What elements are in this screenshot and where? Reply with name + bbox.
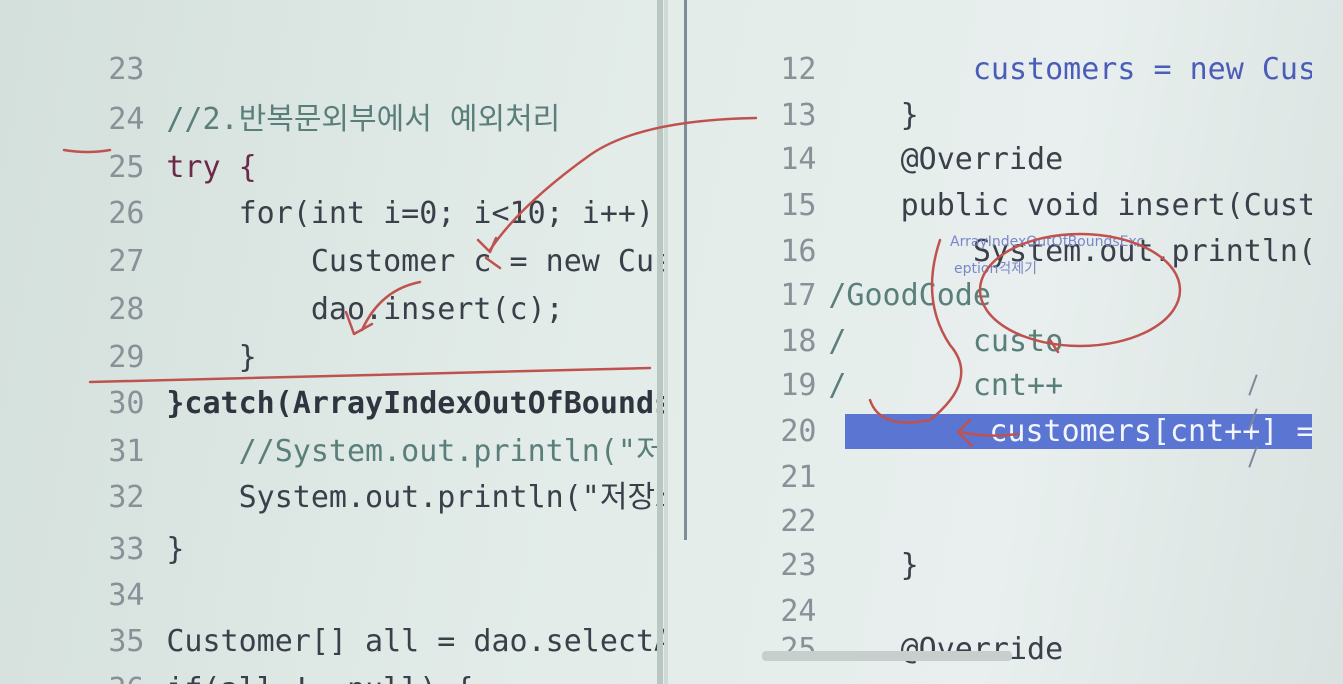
code-line-29[interactable]: 29 } bbox=[0, 292, 256, 375]
code-line-17[interactable]: 17/GoodCode bbox=[672, 230, 991, 313]
projected-screen: 23 24//2.반복문외부에서 예외처리 25 try { 26 for(int… bbox=[0, 0, 1343, 684]
code-line-18[interactable]: 18/ custo bbox=[672, 276, 1063, 359]
code-line-33[interactable]: 33} bbox=[0, 484, 184, 567]
code-text: } bbox=[828, 548, 919, 583]
pane-scrollbar[interactable] bbox=[657, 0, 663, 684]
code-line-32[interactable]: 32 System.out.println("저장소가 bbox=[0, 432, 665, 515]
code-line-25[interactable]: 25 try { bbox=[0, 102, 256, 185]
code-line-26[interactable]: 26 for(int i=0; i<10; i++) { bbox=[0, 148, 665, 231]
code-text: if(all != null) { bbox=[166, 672, 473, 684]
pane-divider[interactable] bbox=[664, 0, 668, 684]
code-line-36[interactable]: 36 if(all != null) { bbox=[0, 624, 473, 684]
selected-code[interactable]: customers[cnt++] = c; bbox=[828, 414, 1312, 449]
code-text: } bbox=[166, 532, 185, 567]
code-line-12[interactable]: 12 customers = new Custome bbox=[672, 4, 1312, 87]
code-line-20[interactable]: 20 customers[cnt++] = c; bbox=[672, 366, 1312, 449]
code-line-30[interactable]: 30}catch(ArrayIndexOutOfBoundsE: bbox=[0, 338, 665, 421]
code-line-27[interactable]: 27 Customer c = new Cust bbox=[0, 196, 665, 279]
code-line-34[interactable]: 34 bbox=[0, 530, 152, 613]
code-line-21[interactable]: 21 bbox=[672, 412, 828, 495]
code-line-31[interactable]: 31 //System.out.println("저장 bbox=[0, 386, 665, 469]
code-line-14[interactable]: 14 @Override bbox=[672, 94, 1063, 177]
left-editor-pane[interactable]: 23 24//2.반복문외부에서 예외처리 25 try { 26 for(int… bbox=[0, 0, 665, 684]
annotation-label-2: eption걱제기 bbox=[954, 261, 1037, 277]
code-line-35[interactable]: 35 Customer[] all = dao.selectAl: bbox=[0, 576, 665, 659]
code-line-15[interactable]: 15 public void insert(Customer bbox=[672, 140, 1312, 223]
code-line-28[interactable]: 28 dao.insert(c); bbox=[0, 244, 563, 327]
right-editor-pane[interactable]: 12 customers = new Custome 13 } 14 @Over… bbox=[672, 0, 1312, 684]
annotation-label: ArrayIndexOutOfBoundsExc bbox=[950, 234, 1145, 250]
code-line-22[interactable]: 22 bbox=[672, 456, 828, 539]
line-number: 36 bbox=[108, 668, 152, 684]
code-line-13[interactable]: 13 } bbox=[672, 50, 918, 133]
code-line-16[interactable]: 16 System.out.println("Cus bbox=[672, 186, 1312, 269]
line-number: 25 bbox=[780, 632, 817, 667]
selection-highlight[interactable]: customers[cnt++] = c; bbox=[844, 414, 1312, 449]
code-line-23[interactable]: 23 bbox=[0, 4, 152, 87]
code-line-25[interactable]: 25 @Override bbox=[672, 584, 1063, 667]
code-text: System.out.println("저장소가 bbox=[166, 480, 665, 515]
code-line-23[interactable]: 23 } bbox=[672, 500, 918, 583]
code-text: @Override bbox=[828, 632, 1064, 667]
code-line-24[interactable]: 24//2.반복문외부에서 예외처리 bbox=[0, 54, 560, 137]
code-line-19[interactable]: 19/ cnt++ bbox=[672, 320, 1063, 403]
horizontal-scrollbar[interactable] bbox=[762, 651, 1012, 661]
